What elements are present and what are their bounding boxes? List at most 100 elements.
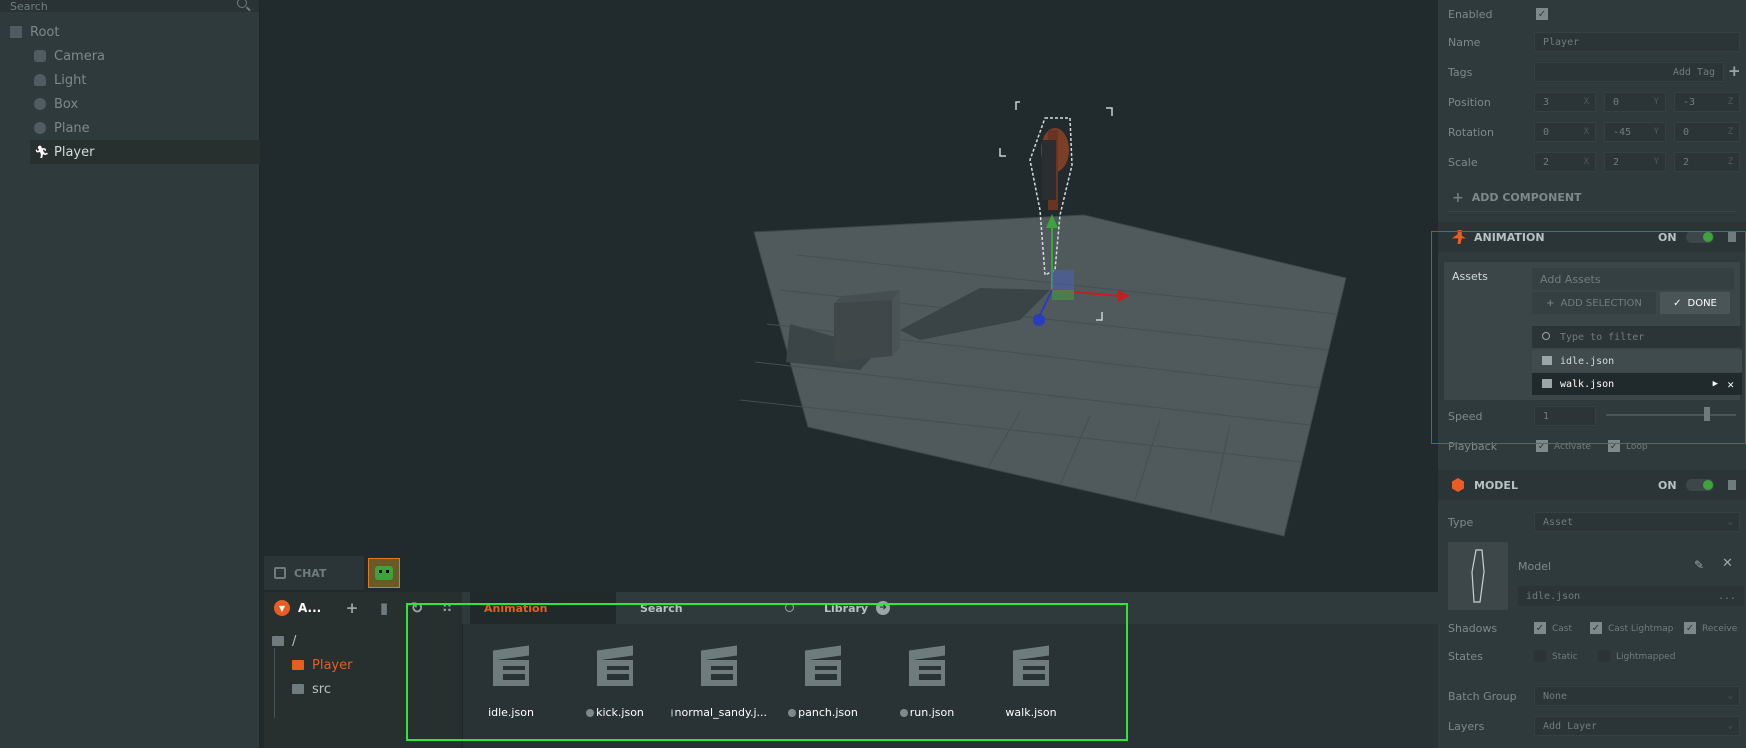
- lightmapped-checkbox[interactable]: [1598, 650, 1610, 662]
- folder-icon: [10, 26, 22, 38]
- asset-tile[interactable]: walk.json: [983, 638, 1079, 738]
- tags-field[interactable]: Add Tag: [1534, 62, 1724, 82]
- hierarchy-search-input[interactable]: Search: [0, 0, 259, 13]
- asset-tile[interactable]: idle.json: [463, 638, 559, 738]
- status-dot-icon: [671, 708, 673, 717]
- activate-label: Activate: [1554, 442, 1591, 452]
- collapse-panel-button[interactable]: ▼: [274, 600, 290, 616]
- trash-icon[interactable]: [1728, 480, 1736, 490]
- add-asset-button[interactable]: +: [344, 599, 360, 617]
- delete-asset-button[interactable]: ▮: [376, 599, 392, 617]
- scale-y-field[interactable]: 2Y: [1604, 152, 1666, 172]
- asset-tile[interactable]: kick.json: [567, 638, 663, 738]
- cast-checkbox[interactable]: ✓: [1534, 622, 1546, 634]
- type-select[interactable]: Asset ⌄: [1534, 512, 1740, 532]
- speed-slider[interactable]: [1606, 414, 1736, 416]
- chat-label: CHAT: [294, 566, 327, 580]
- animation-asset-icon: [803, 645, 843, 686]
- folder-src[interactable]: src: [292, 678, 331, 700]
- scene-canvas[interactable]: [260, 0, 1438, 600]
- user-avatar[interactable]: [368, 558, 400, 588]
- model-thumbnail[interactable]: [1448, 542, 1508, 610]
- asset-tile[interactable]: panch.json: [775, 638, 871, 738]
- asset-entry-walk[interactable]: walk.json ▶ ✕: [1532, 373, 1742, 395]
- folder-root[interactable]: /: [272, 630, 296, 652]
- check-icon: ✓: [1673, 297, 1682, 309]
- add-component-button[interactable]: + ADD COMPONENT: [1448, 184, 1736, 212]
- batch-group-select[interactable]: None ⌄: [1534, 686, 1740, 706]
- tree-item-player[interactable]: 🏃︎ Player: [30, 140, 262, 164]
- rotation-z-field[interactable]: 0Z: [1674, 122, 1740, 142]
- name-label: Name: [1448, 36, 1481, 49]
- position-x-field[interactable]: 3X: [1534, 92, 1596, 112]
- library-button[interactable]: Library ➜: [810, 592, 898, 624]
- animation-asset-icon: [1542, 356, 1552, 365]
- refresh-icon[interactable]: ↻: [409, 599, 425, 617]
- asset-tile[interactable]: normal_sandy.j...: [671, 638, 767, 738]
- model-toggle[interactable]: [1686, 479, 1714, 491]
- close-icon[interactable]: ✕: [1722, 556, 1733, 571]
- tree-item-label: Root: [30, 24, 60, 40]
- rotation-x-field[interactable]: 0X: [1534, 122, 1596, 142]
- loop-checkbox[interactable]: ✓: [1608, 440, 1620, 452]
- chat-tab[interactable]: CHAT: [264, 556, 364, 590]
- folder-player[interactable]: Player: [292, 654, 352, 676]
- animation-on-label: ON: [1658, 230, 1677, 244]
- done-button[interactable]: ✓ DONE: [1660, 292, 1730, 314]
- scene-viewport[interactable]: [260, 0, 1438, 600]
- folder-label: src: [312, 681, 331, 697]
- add-selection-button[interactable]: + ADD SELECTION: [1532, 292, 1656, 314]
- animation-asset-icon: [1011, 645, 1051, 686]
- animation-toggle[interactable]: [1686, 231, 1714, 243]
- speed-field[interactable]: 1: [1534, 406, 1596, 426]
- layers-input[interactable]: Add Layer ⌄: [1534, 716, 1740, 736]
- activate-checkbox[interactable]: ✓: [1536, 440, 1548, 452]
- asset-search-input[interactable]: Search: [620, 592, 808, 624]
- tree-item-box[interactable]: Box: [34, 92, 78, 116]
- speed-slider-handle[interactable]: [1704, 407, 1710, 421]
- cast-lightmap-checkbox[interactable]: ✓: [1590, 622, 1602, 634]
- cast-label: Cast: [1552, 624, 1573, 634]
- plane-icon: [34, 122, 46, 134]
- layers-row: Layers Add Layer ⌄: [1438, 714, 1746, 742]
- speed-row: Speed 1: [1438, 404, 1746, 432]
- inspector-panel: Enabled ✓ Name Player Tags Add Tag + Pos…: [1438, 0, 1746, 748]
- name-field[interactable]: Player: [1534, 32, 1740, 52]
- position-y-field[interactable]: 0Y: [1604, 92, 1666, 112]
- tree-item-light[interactable]: Light: [34, 68, 86, 92]
- rotation-y-field[interactable]: -45 Y: [1604, 122, 1666, 142]
- tree-item-root[interactable]: Root: [10, 20, 59, 44]
- assets-label: Assets: [1452, 270, 1488, 283]
- filter-input[interactable]: Type to filter: [1532, 326, 1742, 348]
- asset-tile[interactable]: run.json: [879, 638, 975, 738]
- add-assets-input[interactable]: Add Assets: [1532, 268, 1734, 290]
- animation-section-header[interactable]: ANIMATION ON: [1438, 222, 1746, 252]
- grid-view-icon[interactable]: ∷: [439, 600, 455, 616]
- edit-icon[interactable]: ✎: [1694, 558, 1704, 572]
- scale-x-field[interactable]: 2X: [1534, 152, 1596, 172]
- enabled-checkbox[interactable]: ✓: [1536, 8, 1548, 20]
- scale-z-field[interactable]: 2Z: [1674, 152, 1740, 172]
- add-tag-icon[interactable]: +: [1728, 62, 1741, 80]
- static-label: Static: [1552, 652, 1578, 662]
- animation-asset-icon: [907, 645, 947, 686]
- asset-name: run.json: [899, 706, 954, 719]
- asset-entry-idle[interactable]: idle.json: [1532, 350, 1742, 372]
- playback-label: Playback: [1448, 440, 1498, 453]
- model-icon: [1452, 478, 1464, 492]
- box-icon: [34, 98, 46, 110]
- search-icon[interactable]: [237, 0, 247, 8]
- model-asset-field[interactable]: idle.json ...: [1518, 586, 1744, 606]
- layers-label: Layers: [1448, 720, 1485, 733]
- tree-item-camera[interactable]: Camera: [34, 44, 105, 68]
- chevron-down-icon: ⌄: [1727, 517, 1733, 527]
- static-checkbox[interactable]: [1534, 650, 1546, 662]
- tree-item-plane[interactable]: Plane: [34, 116, 90, 140]
- asset-type-filter[interactable]: Animation: [470, 592, 616, 624]
- position-z-field[interactable]: -3 Z: [1674, 92, 1740, 112]
- trash-icon[interactable]: [1728, 232, 1736, 242]
- receive-checkbox[interactable]: ✓: [1684, 622, 1696, 634]
- play-icon[interactable]: ▶: [1713, 379, 1718, 389]
- close-icon[interactable]: ✕: [1727, 378, 1734, 391]
- model-section-header[interactable]: MODEL ON: [1438, 470, 1746, 500]
